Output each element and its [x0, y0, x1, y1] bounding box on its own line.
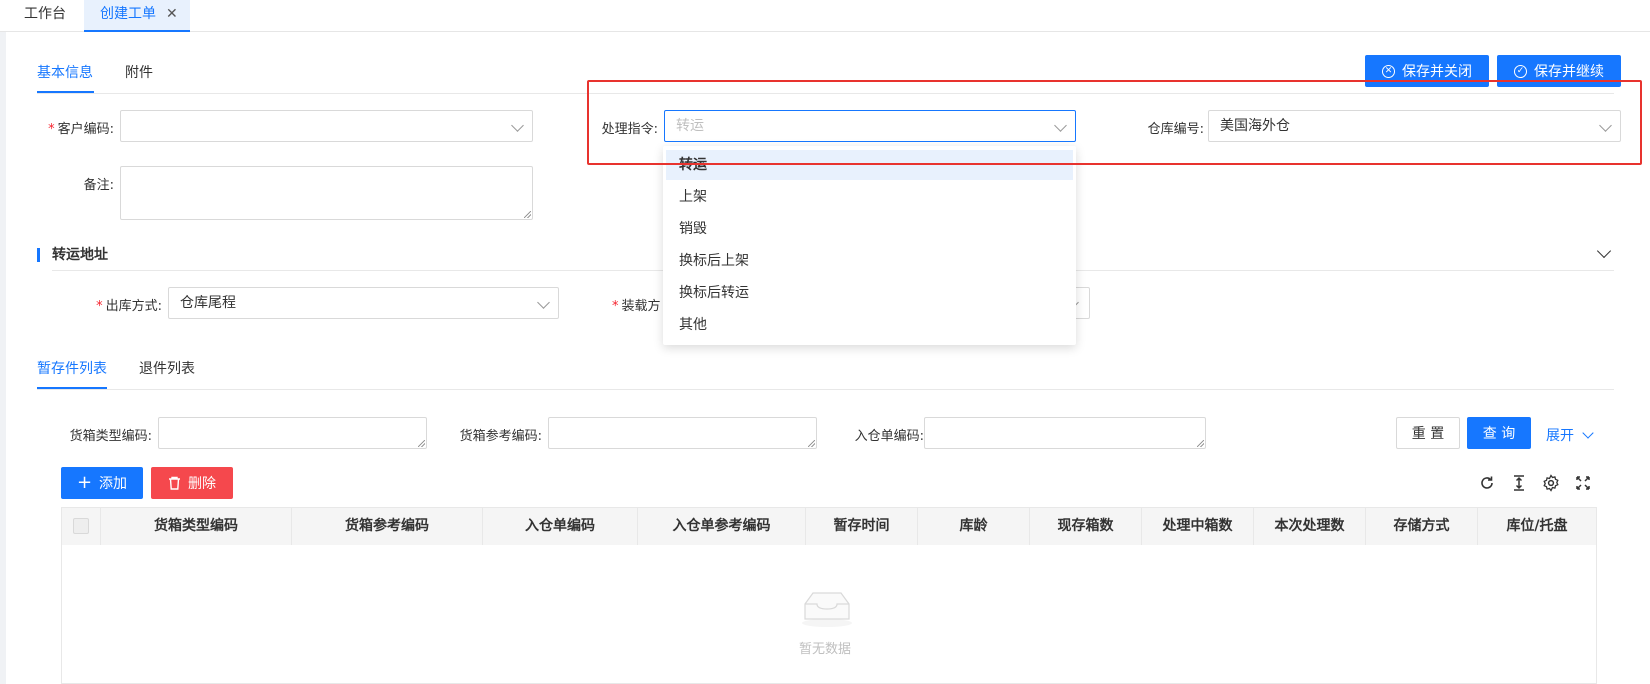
- column-header[interactable]: 库位/托盘: [1478, 508, 1596, 545]
- column-header[interactable]: 货箱类型编码: [101, 508, 292, 545]
- query-button[interactable]: 查 询: [1467, 417, 1531, 449]
- outbound-method-select[interactable]: 仓库尾程: [168, 287, 559, 319]
- instruction-dropdown: 转运 上架 销毁 换标后上架 换标后转运 其他: [663, 146, 1076, 345]
- chevron-down-icon: [511, 119, 524, 132]
- dropdown-option[interactable]: 销毁: [666, 214, 1073, 244]
- column-header[interactable]: 入仓单编码: [483, 508, 638, 545]
- expand-link[interactable]: 展开: [1546, 425, 1594, 445]
- tab-workbench[interactable]: 工作台: [14, 0, 76, 32]
- select-all-checkbox[interactable]: [73, 518, 89, 534]
- dropdown-option[interactable]: 换标后上架: [666, 246, 1073, 276]
- data-table: 货箱类型编码 货箱参考编码 入仓单编码 入仓单参考编码 暂存时间 库龄 现存箱数…: [61, 507, 1597, 684]
- loading-label: * 装载方: [612, 299, 661, 314]
- inbound-no-label: 入仓单编码:: [854, 429, 924, 444]
- check-circle-icon: ✓: [1514, 64, 1527, 78]
- highlight-box: [587, 80, 1642, 165]
- box-ref-input[interactable]: [548, 417, 817, 449]
- chevron-down-icon: [537, 296, 550, 309]
- refresh-icon[interactable]: [1478, 474, 1496, 492]
- customer-code-label: * 客户编码:: [48, 122, 114, 137]
- tab-temp-list[interactable]: 暂存件列表: [37, 358, 107, 378]
- box-type-input[interactable]: [158, 417, 427, 449]
- left-edge: [0, 32, 6, 684]
- plus-icon: +: [76, 472, 93, 493]
- resize-handle[interactable]: [524, 211, 531, 218]
- dropdown-option[interactable]: 其他: [666, 310, 1073, 340]
- customer-code-select[interactable]: [120, 110, 533, 142]
- chevron-down-icon: [1582, 427, 1594, 439]
- tab-attachments[interactable]: 附件: [125, 62, 153, 82]
- settings-icon[interactable]: [1542, 474, 1560, 492]
- dropdown-option[interactable]: 换标后转运: [666, 278, 1073, 308]
- resize-handle[interactable]: [1197, 440, 1204, 447]
- inbound-no-input[interactable]: [924, 417, 1206, 449]
- select-all-header: [62, 508, 101, 545]
- close-icon[interactable]: ✕: [166, 6, 178, 22]
- resize-handle[interactable]: [808, 440, 815, 447]
- column-header[interactable]: 货箱参考编码: [292, 508, 483, 545]
- outbound-method-label: * 出库方式:: [96, 299, 162, 314]
- tab-create-ticket[interactable]: 创建工单 ✕: [84, 0, 190, 32]
- remark-label: 备注:: [83, 178, 114, 193]
- delete-button[interactable]: 删除: [151, 467, 233, 499]
- column-height-icon[interactable]: [1510, 474, 1528, 492]
- column-header[interactable]: 暂存时间: [806, 508, 918, 545]
- transfer-section-title: 转运地址: [37, 248, 108, 262]
- trash-icon: [169, 476, 180, 490]
- box-ref-label: 货箱参考编码:: [459, 429, 542, 444]
- remark-textarea[interactable]: [120, 166, 533, 220]
- top-tab-bar: 工作台 创建工单 ✕: [0, 0, 1650, 32]
- empty-text: 暂无数据: [799, 642, 852, 657]
- column-header[interactable]: 处理中箱数: [1142, 508, 1254, 545]
- add-button[interactable]: + 添加: [61, 467, 143, 499]
- column-header[interactable]: 存储方式: [1366, 508, 1478, 545]
- column-header[interactable]: 现存箱数: [1030, 508, 1142, 545]
- divider: [37, 389, 1614, 390]
- column-header[interactable]: 本次处理数: [1254, 508, 1366, 545]
- column-header[interactable]: 入仓单参考编码: [638, 508, 806, 545]
- resize-handle[interactable]: [418, 440, 425, 447]
- dropdown-option[interactable]: 上架: [666, 182, 1073, 212]
- tab-basic-info[interactable]: 基本信息: [37, 62, 93, 82]
- close-circle-icon: ✕: [1382, 64, 1395, 78]
- column-header[interactable]: 库龄: [918, 508, 1030, 545]
- box-type-label: 货箱类型编码:: [69, 429, 152, 444]
- fullscreen-icon[interactable]: [1574, 474, 1592, 492]
- empty-inbox-icon: [802, 592, 852, 627]
- tab-return-list[interactable]: 退件列表: [139, 358, 195, 378]
- collapse-chevron-icon[interactable]: [1596, 243, 1612, 259]
- reset-button[interactable]: 重 置: [1396, 417, 1460, 449]
